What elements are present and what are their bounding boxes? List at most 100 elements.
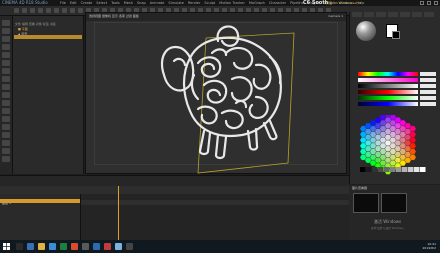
grayscale-cell [402,167,408,172]
picture-viewer: 图片查看器 激活 Windows 转到"设置"以激活 Windows。 [349,185,440,240]
taskbar-app-icon[interactable] [49,243,56,250]
tool-button[interactable] [2,28,10,34]
object-manager-menu[interactable]: 文件 编辑 查看 对象 标签 书签 [15,22,56,26]
color-slider-r[interactable] [358,90,418,94]
panel-tab[interactable] [400,12,410,17]
color-value-field[interactable] [420,84,436,88]
color-cell [409,125,417,132]
tool-button[interactable] [2,68,10,74]
color-slider-h[interactable] [358,72,418,76]
color-slider-b[interactable] [358,102,418,106]
timeline-ruler[interactable] [0,186,349,194]
system-tray[interactable]: 10:41 2019/8/2 [423,242,436,250]
grayscale-cell [366,167,372,172]
taskbar-app-icon[interactable] [82,243,89,250]
windows-activation-title: 激活 Windows [374,219,402,224]
grayscale-cell [384,167,390,172]
viewport[interactable]: 透视视图 摄像机 显示 选项 过滤 面板 Camera 1 [85,12,347,174]
render-thumbnail[interactable] [381,193,407,213]
taskbar-app-icon[interactable] [104,243,111,250]
timeline-track[interactable] [81,194,349,240]
tool-button[interactable] [2,76,10,82]
background-color-swatch[interactable] [392,31,400,39]
color-slider-s[interactable] [358,78,418,82]
minimize-icon[interactable] [420,1,424,5]
toolbar-button[interactable] [22,8,27,13]
tool-button[interactable] [2,60,10,66]
toolbar-button[interactable] [46,8,51,13]
grayscale-cell [408,167,414,172]
taskbar: 10:41 2019/8/2 [0,240,440,253]
tool-button[interactable] [2,92,10,98]
grayscale-cell [390,167,396,172]
tool-button[interactable] [2,36,10,42]
toolbar-button[interactable] [78,8,83,13]
picture-viewer-title: 图片查看器 [352,186,368,190]
toolbar-button[interactable] [14,8,19,13]
tool-button[interactable] [2,108,10,114]
tool-button[interactable] [2,52,10,58]
toolbar-button[interactable] [54,8,59,13]
grayscale-cell [396,167,402,172]
tool-button[interactable] [2,100,10,106]
panel-tab[interactable] [424,12,434,17]
color-cell [409,137,417,144]
color-cell [409,142,417,149]
tool-button[interactable] [2,116,10,122]
object-row-plane[interactable]: ■ 平面 [18,27,28,31]
taskbar-app-icon[interactable] [93,243,100,250]
tool-button[interactable] [2,132,10,138]
color-cell [409,131,417,138]
toolbar-button[interactable] [62,8,67,13]
color-hexagon-picker[interactable] [358,115,434,175]
selected-layer-bar[interactable] [0,199,80,203]
taskbar-app-icon[interactable] [27,243,34,250]
tool-button[interactable] [2,148,10,154]
toolbar-button[interactable] [70,8,75,13]
taskbar-app-icon[interactable] [71,243,78,250]
color-value-field[interactable] [420,72,436,76]
panel-tab[interactable] [376,12,386,17]
color-slider-g[interactable] [358,96,418,100]
tool-button[interactable] [2,20,10,26]
windows-activation-text: 转到"设置"以激活 Windows。 [371,227,406,230]
windows-start-icon[interactable] [3,243,10,250]
sheep-outline [160,25,282,160]
toolbar-button[interactable] [30,8,35,13]
close-icon[interactable] [434,1,438,5]
toolbar-button[interactable] [38,8,43,13]
taskbar-app-icon[interactable] [38,243,45,250]
color-cell [409,154,417,161]
tool-button[interactable] [2,44,10,50]
panel-tab[interactable] [412,12,422,17]
color-value-field[interactable] [420,96,436,100]
grayscale-cell [378,167,384,172]
maximize-icon[interactable] [427,1,431,5]
color-value-field[interactable] [420,102,436,106]
material-preview-sphere[interactable] [356,21,376,41]
tool-button[interactable] [2,84,10,90]
taskbar-app-icon[interactable] [126,243,133,250]
taskbar-app-icon[interactable] [60,243,67,250]
color-cell [409,148,417,155]
tool-palette [0,16,13,174]
grayscale-cell [414,167,420,172]
attribute-panel [349,12,440,184]
taskbar-app-icon[interactable] [115,243,122,250]
date: 2019/8/2 [422,246,436,250]
tool-button[interactable] [2,140,10,146]
tool-button[interactable] [2,124,10,130]
render-thumbnail[interactable] [353,193,379,213]
layer-track [81,200,349,205]
playhead[interactable] [118,186,119,240]
panel-tab[interactable] [364,12,374,17]
grayscale-cell [360,167,366,172]
color-value-field[interactable] [420,78,436,82]
object-manager: 文件 编辑 查看 对象 标签 书签 ■ 平面 ▲ 背景 [13,16,84,174]
tool-button[interactable] [2,156,10,162]
taskbar-app-icon[interactable] [16,243,23,250]
color-slider-v[interactable] [358,84,418,88]
panel-tab[interactable] [388,12,398,17]
panel-tab[interactable] [352,12,362,17]
color-value-field[interactable] [420,90,436,94]
